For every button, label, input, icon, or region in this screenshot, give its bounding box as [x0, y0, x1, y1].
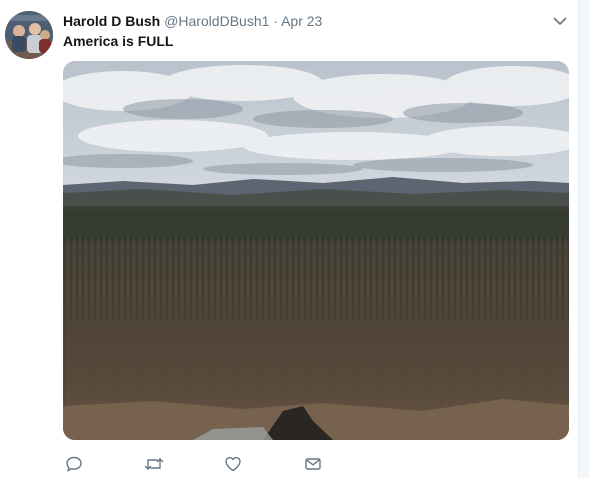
tweet-actions [63, 453, 363, 475]
avatar[interactable] [5, 11, 53, 59]
landscape-photo [63, 61, 569, 440]
tweet-photo[interactable] [63, 61, 569, 440]
reply-icon[interactable] [63, 453, 85, 475]
heart-icon[interactable] [222, 453, 244, 475]
display-name[interactable]: Harold D Bush [63, 13, 160, 29]
chevron-down-icon[interactable] [552, 13, 568, 29]
tweet-text: America is FULL [63, 33, 174, 49]
tweet-header: Harold D Bush @HaroldDBush1 · Apr 23 [63, 12, 322, 30]
avatar-photo [5, 11, 53, 59]
separator-dot: · [273, 13, 278, 29]
timestamp[interactable]: Apr 23 [281, 13, 322, 29]
envelope-icon[interactable] [302, 453, 324, 475]
username-handle[interactable]: @HaroldDBush1 [164, 13, 269, 29]
column-border [578, 0, 589, 478]
retweet-icon[interactable] [143, 453, 165, 475]
tweet-card[interactable]: Harold D Bush @HaroldDBush1 · Apr 23 Ame… [0, 0, 578, 478]
